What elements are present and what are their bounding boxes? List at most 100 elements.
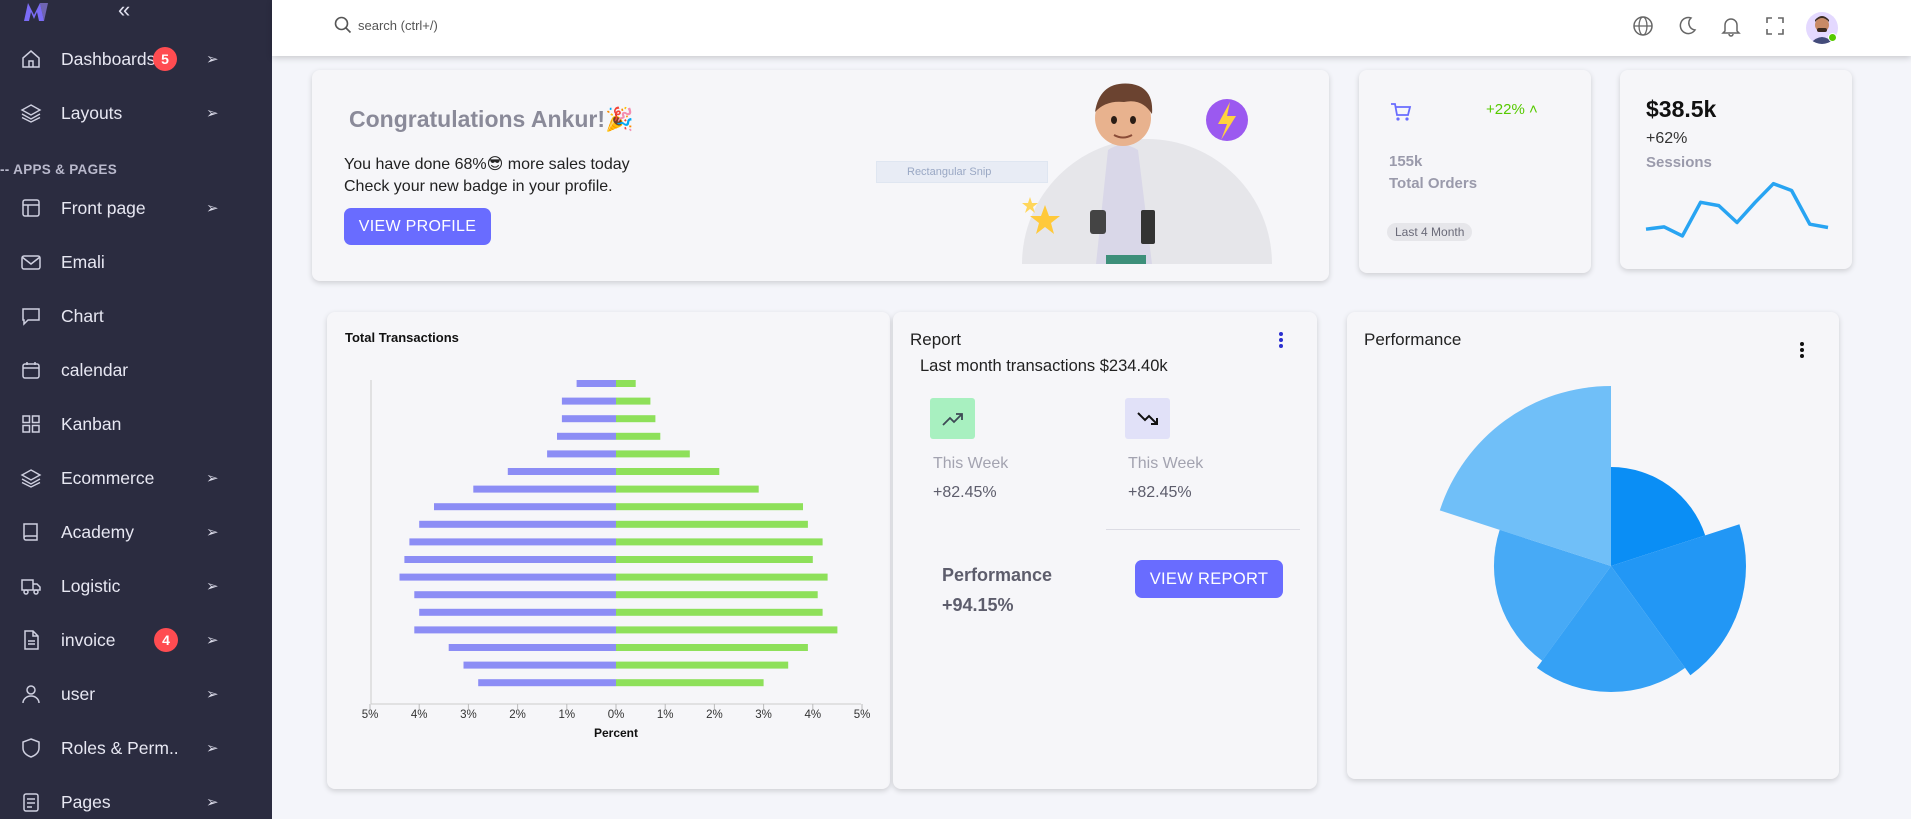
- layers-icon: [20, 467, 42, 489]
- layout-icon: [20, 197, 42, 219]
- sidebar-item-roles-perm[interactable]: Roles & Perm.. ➢: [0, 728, 272, 768]
- fullscreen-icon[interactable]: [1764, 15, 1786, 42]
- sidebar-item-logistic[interactable]: Logistic ➢: [0, 566, 272, 606]
- sidebar-item-dashboards[interactable]: Dashboards 5 ➢: [0, 39, 272, 79]
- sidebar-item-calendar[interactable]: calendar: [0, 350, 272, 390]
- bar: [561, 397, 616, 405]
- character-illustration: [1022, 83, 1272, 264]
- tick-label: 5%: [854, 709, 871, 721]
- tick-label: 4%: [411, 709, 428, 721]
- expand-arrow-icon[interactable]: ➢: [206, 739, 219, 757]
- sidebar-item-label: Academy: [61, 521, 134, 542]
- expand-arrow-icon[interactable]: ➢: [206, 793, 219, 811]
- sessions-change: +62%: [1646, 130, 1688, 147]
- sidebar-item-layouts[interactable]: Layouts ➢: [0, 93, 272, 133]
- shield-icon: [20, 737, 42, 759]
- sidebar-item-label: Ecommerce: [61, 467, 155, 488]
- bar: [616, 626, 838, 634]
- bar: [616, 450, 690, 458]
- week2-value: +82.45%: [1128, 484, 1192, 501]
- bell-icon[interactable]: [1720, 15, 1742, 42]
- congrats-line-1: You have done 68%😎 more sales today: [344, 156, 630, 173]
- bar: [448, 644, 616, 651]
- perf-label: Performance: [942, 565, 1053, 585]
- tick-label: 3%: [460, 709, 477, 721]
- sidebar-item-label: Chart: [61, 305, 104, 326]
- bar: [478, 679, 616, 687]
- sidebar-item-invoice[interactable]: invoice 4 ➢: [0, 620, 272, 660]
- expand-arrow-icon[interactable]: ➢: [206, 631, 219, 649]
- file-icon: [20, 629, 42, 651]
- expand-arrow-icon[interactable]: ➢: [206, 523, 219, 541]
- book-icon: [20, 521, 42, 543]
- home-icon: [20, 48, 42, 70]
- orders-label: Total Orders: [1389, 175, 1478, 192]
- bar: [404, 556, 616, 563]
- x-axis-label: Percent: [594, 726, 638, 740]
- calendar-icon: [20, 359, 42, 381]
- topbar: search (ctrl+/): [272, 0, 1911, 56]
- bar: [616, 432, 661, 440]
- expand-arrow-icon[interactable]: ➢: [206, 469, 219, 487]
- sidebar-item-kanban[interactable]: Kanban: [0, 404, 272, 444]
- orders-change: +22% ˄: [1486, 101, 1538, 118]
- performance-card: Performance: [1347, 312, 1839, 779]
- cart-icon: [1391, 103, 1412, 121]
- expand-arrow-icon[interactable]: ➢: [206, 685, 219, 703]
- expand-arrow-icon[interactable]: ➢: [206, 104, 219, 122]
- sidebar-item-ecommerce[interactable]: Ecommerce ➢: [0, 458, 272, 498]
- congrats-card: Congratulations Ankur!🎉 You have done 68…: [312, 70, 1329, 281]
- week2-label: This Week: [1128, 455, 1204, 472]
- collapse-sidebar-icon[interactable]: «: [118, 0, 142, 24]
- globe-icon[interactable]: [1632, 15, 1654, 42]
- bar: [616, 556, 813, 563]
- bar: [463, 661, 616, 669]
- report-more-icon[interactable]: [1278, 331, 1284, 354]
- sidebar-item-chart[interactable]: Chart: [0, 296, 272, 336]
- sidebar-item-label: user: [61, 683, 96, 704]
- bar: [616, 573, 828, 581]
- chat-icon: [20, 305, 42, 327]
- tick-label: 1%: [657, 709, 674, 721]
- sidebar-item-academy[interactable]: Academy ➢: [0, 512, 272, 552]
- sidebar-item-user[interactable]: user ➢: [0, 674, 272, 714]
- report-card: Report Last month transactions $234.40k …: [893, 312, 1317, 789]
- sidebar-item-label: Pages: [61, 791, 111, 812]
- tick-label: 4%: [804, 709, 821, 721]
- report-title: Report: [910, 330, 962, 349]
- expand-arrow-icon[interactable]: ➢: [206, 50, 219, 68]
- sidebar: « -- APPS & PAGES Dashboards 5 ➢ Layouts ➢ Fr…: [0, 0, 272, 819]
- performance-polar-chart: [1439, 386, 1747, 692]
- moon-icon[interactable]: [1676, 15, 1698, 42]
- sidebar-item-front-page[interactable]: Front page ➢: [0, 188, 272, 228]
- tick-label: 2%: [706, 709, 723, 721]
- sidebar-item-label: Kanban: [61, 413, 122, 434]
- bar: [414, 591, 616, 599]
- bar: [616, 503, 803, 511]
- sidebar-item-label: Front page: [61, 197, 146, 218]
- sidebar-item-label: invoice: [61, 629, 116, 650]
- view-profile-button[interactable]: VIEW PROFILE: [344, 208, 491, 245]
- expand-arrow-icon[interactable]: ➢: [206, 577, 219, 595]
- report-subtitle: Last month transactions $234.40k: [920, 357, 1168, 375]
- search-icon: [334, 16, 352, 34]
- sidebar-item-label: Dashboards: [61, 48, 156, 69]
- bar: [616, 485, 759, 493]
- bar: [399, 573, 616, 581]
- bar: [414, 626, 616, 634]
- trend-down-icon: [1125, 398, 1170, 439]
- bar: [616, 397, 651, 405]
- mail-icon: [20, 251, 42, 273]
- week1-label: This Week: [933, 455, 1009, 472]
- expand-arrow-icon[interactable]: ➢: [206, 199, 219, 217]
- sidebar-item-pages[interactable]: Pages ➢: [0, 782, 272, 819]
- view-report-button[interactable]: VIEW REPORT: [1135, 560, 1283, 598]
- user-icon: [20, 683, 42, 705]
- bar: [507, 468, 616, 475]
- sidebar-item-emali[interactable]: Emali: [0, 242, 272, 282]
- bar: [616, 520, 808, 528]
- chevron-up-icon: ˄: [1528, 101, 1538, 118]
- search-bar[interactable]: search (ctrl+/): [334, 16, 438, 34]
- brand-logo[interactable]: [22, 0, 52, 24]
- bar: [547, 450, 616, 458]
